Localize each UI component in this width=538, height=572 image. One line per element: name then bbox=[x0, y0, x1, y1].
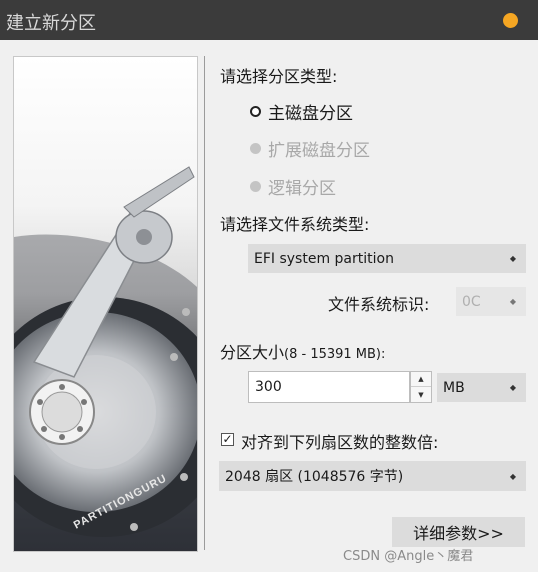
align-sectors-checkbox[interactable]: ✓ bbox=[221, 433, 234, 446]
radio-extended-partition[interactable]: 扩展磁盘分区 bbox=[250, 136, 370, 161]
chevron-down-icon: ◆ bbox=[509, 383, 516, 392]
stepper-up-icon[interactable]: ▲ bbox=[411, 372, 431, 387]
chevron-down-icon: ◆ bbox=[509, 471, 516, 481]
partition-type-label: 请选择分区类型: bbox=[220, 67, 338, 86]
radio-logical-label: 逻辑分区 bbox=[268, 179, 336, 199]
sector-alignment-select[interactable]: 2048 扇区 (1048576 字节) ◆ bbox=[219, 461, 526, 491]
filesystem-id-select[interactable]: 0C ◆ bbox=[456, 287, 526, 316]
radio-unselected-icon bbox=[250, 181, 261, 192]
panel-divider bbox=[204, 56, 205, 550]
partition-size-value: 300 bbox=[255, 379, 282, 395]
title-bar: 建立新分区 bbox=[0, 0, 538, 40]
partition-size-label-main: 分区大小 bbox=[220, 343, 285, 362]
radio-unselected-icon bbox=[250, 143, 261, 154]
align-sectors-label: 对齐到下列扇区数的整数倍: bbox=[241, 433, 439, 452]
filesystem-select-value: EFI system partition bbox=[254, 250, 394, 267]
hard-disk-illustration: PARTITIONGURU bbox=[13, 56, 198, 552]
window-status-dot[interactable] bbox=[503, 13, 518, 28]
radio-selected-icon bbox=[250, 106, 261, 117]
radio-primary-partition[interactable]: 主磁盘分区 bbox=[250, 99, 353, 124]
filesystem-type-label: 请选择文件系统类型: bbox=[220, 215, 370, 234]
radio-extended-label: 扩展磁盘分区 bbox=[268, 141, 370, 161]
chevron-down-icon: ◆ bbox=[509, 297, 516, 306]
partition-size-label: 分区大小(8 - 15391 MB): bbox=[220, 339, 385, 363]
size-unit-value: MB bbox=[443, 379, 465, 396]
radio-primary-label: 主磁盘分区 bbox=[268, 104, 353, 124]
watermark-text: CSDN @Angle丶魔君 bbox=[343, 549, 474, 564]
stepper-down-icon[interactable]: ▼ bbox=[411, 387, 431, 402]
hard-disk-graphic: PARTITIONGURU bbox=[14, 166, 197, 551]
filesystem-select[interactable]: EFI system partition ◆ bbox=[248, 244, 526, 273]
chevron-down-icon: ◆ bbox=[509, 254, 516, 263]
partition-size-stepper[interactable]: ▲ ▼ bbox=[410, 371, 432, 403]
filesystem-id-label: 文件系统标识: bbox=[328, 295, 430, 314]
filesystem-id-value: 0C bbox=[462, 293, 481, 310]
window-title: 建立新分区 bbox=[6, 13, 96, 34]
sector-alignment-value: 2048 扇区 (1048576 字节) bbox=[225, 469, 404, 485]
radio-logical-partition[interactable]: 逻辑分区 bbox=[250, 174, 336, 199]
partition-size-range: (8 - 15391 MB): bbox=[284, 347, 386, 362]
checkbox-check-icon: ✓ bbox=[222, 432, 233, 446]
partition-size-input[interactable]: 300 bbox=[248, 371, 410, 403]
details-button[interactable]: 详细参数>> bbox=[392, 517, 525, 547]
size-unit-select[interactable]: MB ◆ bbox=[437, 373, 526, 402]
